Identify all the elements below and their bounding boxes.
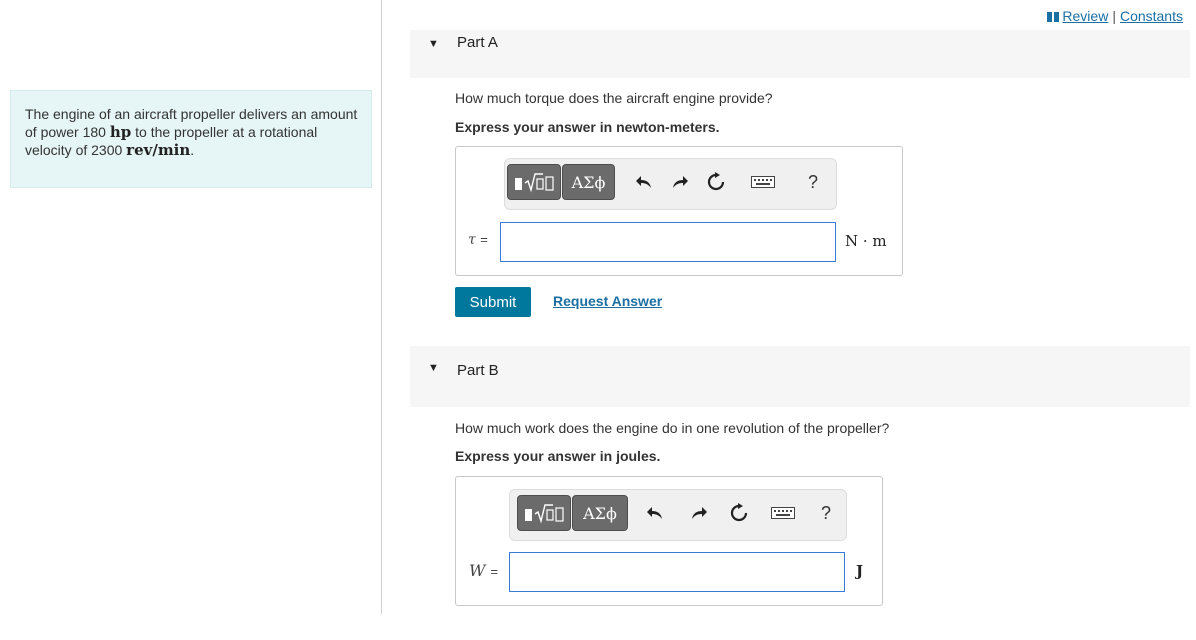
part-b-variable-label: W = <box>469 561 498 580</box>
part-a-answer-box: ΑΣϕ ? τ = N · m <box>455 146 903 276</box>
part-a-toolbar: ΑΣϕ ? <box>504 158 837 210</box>
part-a-unit: N · m <box>845 232 887 250</box>
redo-icon[interactable] <box>669 171 691 193</box>
column-divider <box>381 0 382 614</box>
equals-sign: = <box>480 232 488 247</box>
part-b-toolbar: ΑΣϕ ? <box>509 489 847 541</box>
keyboard-icon[interactable] <box>750 171 776 193</box>
help-icon[interactable]: ? <box>802 171 824 193</box>
greek-symbols-icon[interactable]: ΑΣϕ <box>562 164 615 200</box>
review-link[interactable]: Review <box>1062 8 1108 24</box>
part-b-label: Part B <box>457 362 499 379</box>
problem-text-3: . <box>190 142 195 158</box>
greek-symbols-icon[interactable]: ΑΣϕ <box>572 495 628 531</box>
templates-icon[interactable] <box>517 495 571 531</box>
part-a-question: How much torque does the aircraft engine… <box>455 90 773 106</box>
collapse-triangle-icon[interactable]: ▼ <box>428 38 439 50</box>
part-a-answer-input[interactable] <box>500 222 836 262</box>
power-unit: hp <box>109 123 132 141</box>
part-b-instruction: Express your answer in joules. <box>455 448 661 464</box>
reset-icon[interactable] <box>728 502 750 524</box>
equals-sign: = <box>490 564 499 579</box>
part-b-header[interactable]: ▼ Part B <box>410 346 1190 407</box>
part-b-answer-input[interactable] <box>509 552 845 592</box>
part-a-label: Part A <box>457 34 498 51</box>
problem-statement: The engine of an aircraft propeller deli… <box>10 90 372 188</box>
reset-icon[interactable] <box>705 171 727 193</box>
constants-link[interactable]: Constants <box>1120 8 1183 24</box>
redo-icon[interactable] <box>688 502 710 524</box>
keyboard-icon[interactable] <box>770 502 796 524</box>
part-b-variable: W <box>469 561 486 580</box>
part-a-instruction: Express your answer in newton-meters. <box>455 119 720 135</box>
help-icon[interactable]: ? <box>815 502 837 524</box>
part-b-answer-box: ΑΣϕ ? W = J <box>455 476 883 606</box>
request-answer-link[interactable]: Request Answer <box>553 293 662 309</box>
collapse-triangle-icon[interactable]: ▼ <box>428 362 439 374</box>
undo-icon[interactable] <box>633 171 655 193</box>
part-a-variable-label: τ = <box>468 232 488 248</box>
submit-button[interactable]: Submit <box>455 287 531 317</box>
part-b-unit: J <box>856 562 864 580</box>
part-a-header[interactable]: ▼ Part A <box>410 30 1190 78</box>
part-b-question: How much work does the engine do in one … <box>455 420 890 436</box>
book-icon <box>1047 12 1060 22</box>
undo-icon[interactable] <box>644 502 666 524</box>
part-a-variable: τ <box>468 232 476 248</box>
templates-icon[interactable] <box>507 164 561 200</box>
top-links: Review | Constants <box>1047 8 1183 24</box>
link-separator: | <box>1112 8 1116 24</box>
velocity-unit: rev/min <box>126 141 191 159</box>
